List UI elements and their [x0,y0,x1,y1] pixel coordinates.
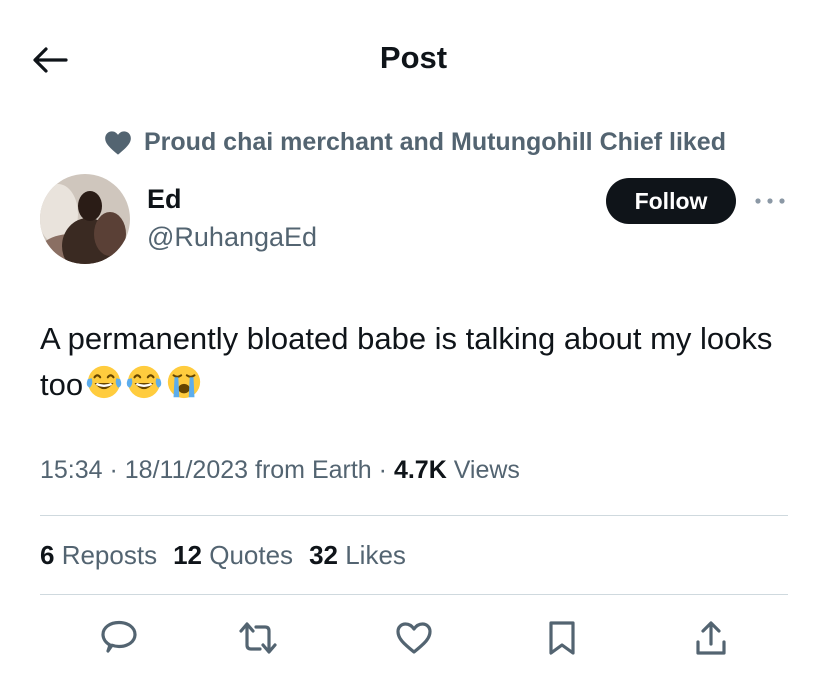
divider [40,594,788,595]
meta-separator: · [102,456,125,484]
tweet-text: A permanently bloated babe is talking ab… [40,316,800,408]
share-icon [696,621,726,655]
more-dots-icon [755,198,785,204]
social-context[interactable]: Proud chai merchant and Mutungohill Chie… [104,128,726,157]
engagement-stats: 6 Reposts 12 Quotes 32 Likes [40,540,406,571]
like-button[interactable] [392,616,436,660]
likes-label: Likes [337,540,406,570]
repost-icon [239,622,277,654]
likes-count: 32 [309,540,338,570]
tweet-date[interactable]: 18/11/2023 [125,456,248,484]
views-label[interactable]: Views [447,456,520,484]
author-handle[interactable]: @RuhangaEd [147,222,317,253]
quotes-stat[interactable]: 12 Quotes [173,540,293,571]
heart-icon [105,130,131,155]
tweet-time[interactable]: 15:34 [40,456,103,484]
meta-separator: · [371,456,394,484]
tweet-source: from Earth [248,456,372,484]
follow-button[interactable]: Follow [606,178,736,224]
avatar[interactable] [40,174,130,264]
like-icon [396,622,432,654]
bookmark-icon [549,621,575,655]
divider [40,515,788,516]
repost-button[interactable] [236,616,280,660]
bookmark-button[interactable] [540,616,584,660]
avatar-image [40,174,130,264]
views-count[interactable]: 4.7K [394,456,447,484]
reposts-count: 6 [40,540,55,570]
social-context-text: Proud chai merchant and Mutungohill Chie… [144,128,726,156]
quotes-count: 12 [173,540,202,570]
reposts-stat[interactable]: 6 Reposts [40,540,157,571]
loudly-crying-face-emoji [167,365,201,399]
reply-icon [101,620,137,653]
page-title: Post [379,40,448,75]
reply-button[interactable] [97,616,141,660]
share-button[interactable] [689,616,733,660]
face-with-tears-of-joy-emoji [126,365,162,399]
author-name[interactable]: Ed [147,184,182,215]
reposts-label: Reposts [54,540,158,570]
more-options-button[interactable] [750,188,790,214]
face-with-tears-of-joy-emoji [86,365,122,399]
quotes-label: Quotes [202,540,294,570]
likes-stat[interactable]: 32 Likes [309,540,406,571]
tweet-meta: 15:34 · 18/11/2023 from Earth · 4.7K Vie… [40,456,520,485]
